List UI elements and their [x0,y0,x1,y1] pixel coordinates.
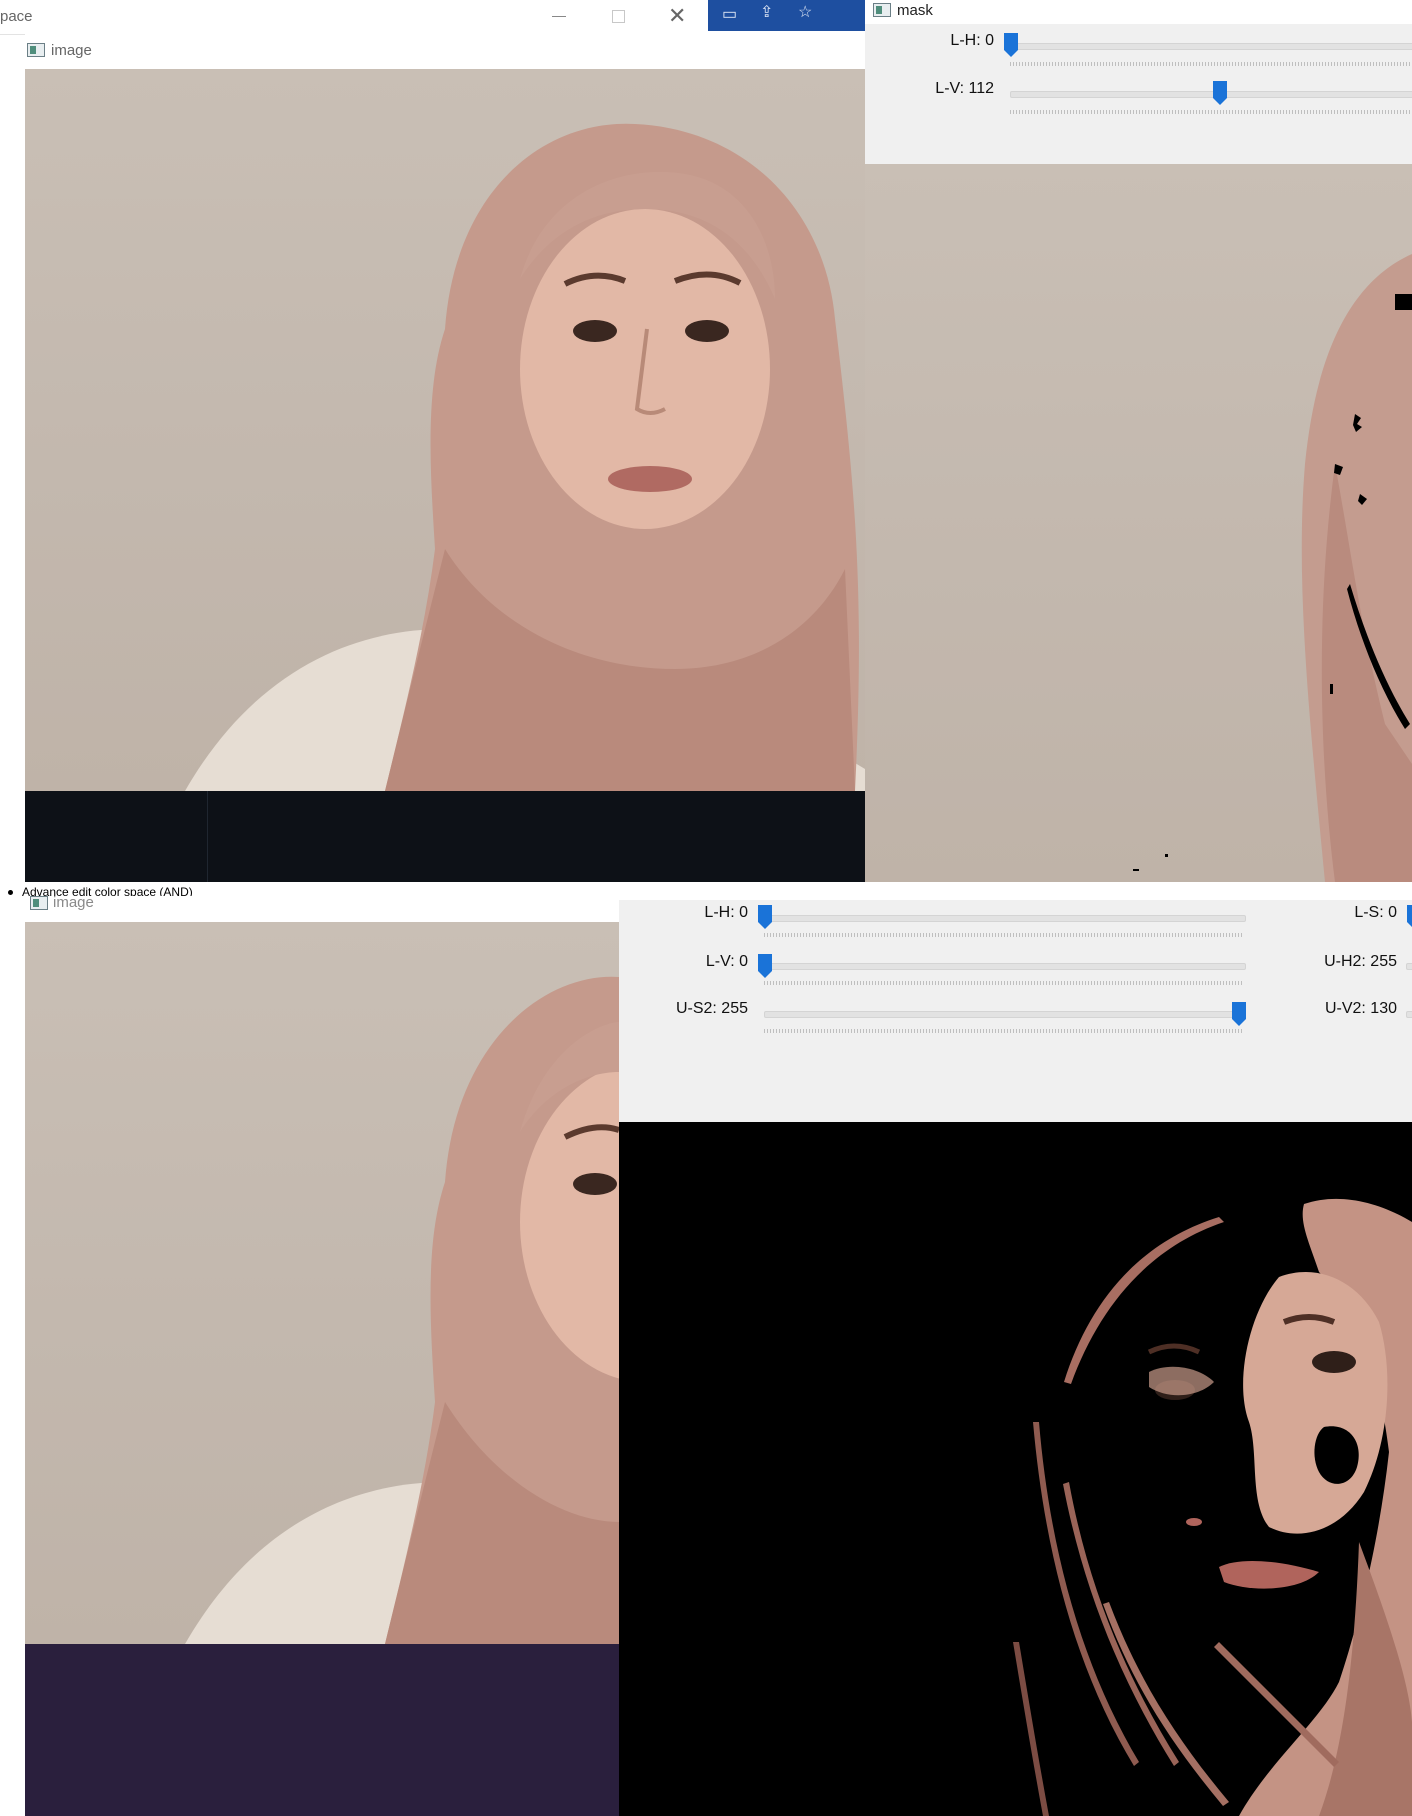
trackbar-ticks-lh [1010,62,1412,66]
close-icon[interactable]: ✕ [668,5,686,27]
trackbar-track-uv2[interactable] [1406,1011,1412,1018]
share-icon[interactable]: ⇪ [760,2,773,22]
portrait-image-bottom [25,922,619,1644]
woman-hijab-partial-illustration [185,976,619,1644]
image-window-title: image [51,42,92,59]
browser-toolbar-strip: ▭ ⇪ ☆ [708,0,865,31]
trackbar-label-ls: L-S: 0 [1354,904,1397,921]
trackbar-label-lv: L-V: 112 [935,80,994,97]
trackbar-thumb-ls[interactable] [1407,905,1412,929]
result-trackbar-panel: L-H: 0 L-V: 0 U-S2: 255 L-S: 0 U-H2: 255… [619,900,1412,1122]
monitor-icon[interactable]: ▭ [722,4,737,24]
image-window-bottom-header: image [25,894,619,922]
trackbar-thumb-lv[interactable] [1213,81,1227,105]
trackbar-track-uh2[interactable] [1406,963,1412,970]
image-window-bottom: image [25,894,619,1816]
trackbar-ticks-lv [1010,110,1412,114]
mask-window-title: mask [897,2,933,19]
mask-window-icon [873,3,891,17]
portrait-image-top [25,69,865,791]
star-icon[interactable]: ☆ [798,2,812,22]
image-window-top: pace ✕ ▭ ⇪ ☆ image [0,0,865,882]
image-window-bottom-title: image [53,894,94,911]
trackbar-ticks-lh2 [764,933,1244,937]
image-window-bottom-icon [30,896,48,910]
mask-image [865,164,1412,882]
masked-portrait-illustration [1013,1198,1412,1816]
dark-strip-top [25,791,865,882]
image-window-header: image [25,34,865,68]
mask-window-header: mask [865,0,1412,24]
purple-strip-bottom [25,1644,619,1816]
minimize-icon[interactable] [552,16,566,17]
image-window-icon [27,43,45,57]
mask-hijab-partial-illustration [1133,254,1412,882]
trackbar-track-lh[interactable] [1010,43,1412,50]
result-window: L-H: 0 L-V: 0 U-S2: 255 L-S: 0 U-H2: 255… [619,900,1412,1816]
trackbar-label-uh2: U-H2: 255 [1324,953,1397,970]
mask-window: mask L-H: 0 L-V: 112 [865,0,1412,882]
mask-trackbar-panel: L-H: 0 L-V: 112 [865,24,1412,164]
trackbar-ticks-us2 [764,1029,1244,1033]
host-window-title: pace [0,8,33,25]
trackbar-track-lv[interactable] [1010,91,1412,98]
maximize-icon[interactable] [612,10,625,23]
host-titlebar: pace ✕ [0,0,708,35]
trackbar-label-uv2: U-V2: 130 [1324,1000,1397,1017]
trackbar-label-lh: L-H: 0 [950,32,994,49]
bullet-dot [8,890,13,896]
result-image [619,1122,1412,1816]
trackbar-thumb-lh[interactable] [1004,33,1018,57]
trackbar-ticks-lv2 [764,981,1244,985]
woman-hijab-illustration [185,123,865,791]
strip-divider [207,791,208,882]
